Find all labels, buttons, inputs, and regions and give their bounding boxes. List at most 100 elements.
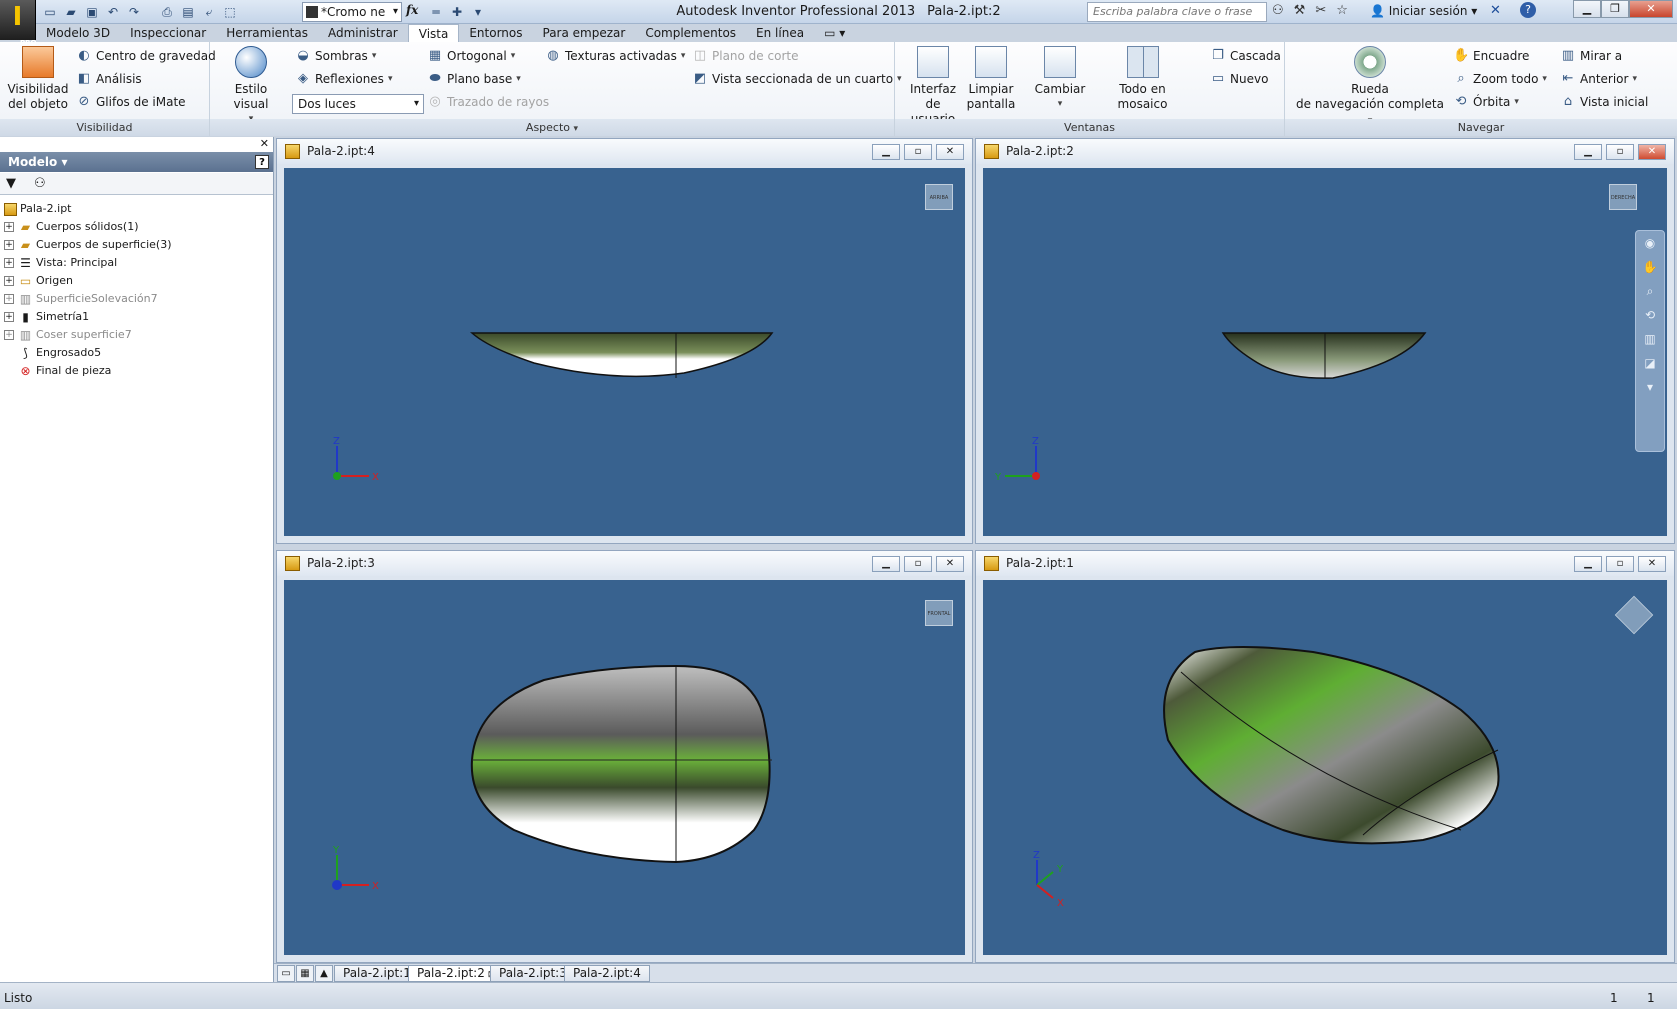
rueda-navegacion-button[interactable]: Rueda de navegación completa ▾ xyxy=(1295,46,1445,129)
material-style-combo[interactable]: *Cromo ne xyxy=(302,2,402,22)
viewport-pala-4[interactable]: Pala-2.ipt:4 ▁ ▫ ✕ ARRIBA Z X xyxy=(276,138,973,544)
vp-minimize-icon[interactable]: ▁ xyxy=(1574,556,1602,572)
nuevo-ventana-button[interactable]: ▭ Nuevo xyxy=(1210,71,1269,86)
wrench-icon[interactable]: ⚒ xyxy=(1294,3,1306,18)
minimize-icon[interactable]: ▁ xyxy=(1573,0,1601,18)
vp-minimize-icon[interactable]: ▁ xyxy=(872,556,900,572)
tree-node[interactable]: + ▰ Cuerpos de superficie(3) xyxy=(4,236,172,254)
binoculars-icon[interactable]: ⚇ xyxy=(1272,3,1284,18)
group-label-aspecto[interactable]: Aspecto ▾ xyxy=(210,119,894,136)
reflexiones-button[interactable]: ◈ Reflexiones ▾ xyxy=(295,71,392,86)
tree-node[interactable]: + ▥ SuperficieSolevación7 xyxy=(4,290,172,308)
lighting-style-select[interactable]: Dos luces xyxy=(292,94,424,114)
add-icon[interactable]: ✚ xyxy=(449,4,465,20)
ortogonal-button[interactable]: ▦ Ortogonal ▾ xyxy=(427,48,515,63)
expand-plus-icon[interactable]: + xyxy=(4,276,14,286)
trazado-rayos-button[interactable]: ◎ Trazado de rayos xyxy=(427,94,549,109)
return-icon[interactable]: ⤶ xyxy=(201,4,217,20)
viewport-pala-2[interactable]: Pala-2.ipt:2 ▁ ▫ ✕ DERECHA ◉ ✋ ⌕ ⟲ ▥ ◪ ▾ Z… xyxy=(975,138,1675,544)
doc-tab[interactable]: Pala-2.ipt:4 xyxy=(564,965,650,982)
cascada-button[interactable]: ❐ Cascada xyxy=(1210,48,1281,63)
graphics-canvas[interactable]: FRONTAL Y X xyxy=(284,580,965,955)
close-icon[interactable]: ✕ xyxy=(1629,0,1673,18)
graphics-canvas[interactable]: ARRIBA Z X xyxy=(284,168,965,536)
tab-modelo-3d[interactable]: Modelo 3D xyxy=(36,24,120,42)
vp-minimize-icon[interactable]: ▁ xyxy=(872,144,900,160)
find-binoculars-icon[interactable]: ⚇ xyxy=(34,176,46,191)
tab-en-línea[interactable]: En línea xyxy=(746,24,814,42)
tree-node[interactable]: + ▮ Simetría1 xyxy=(4,308,172,326)
redo-icon[interactable]: ↷ xyxy=(126,4,142,20)
app-menu-button[interactable]: I PRO xyxy=(0,0,36,47)
tree-node[interactable]: + ▭ Origen xyxy=(4,272,172,290)
tab-vista[interactable]: Vista xyxy=(407,24,460,43)
sombras-button[interactable]: ◒ Sombras ▾ xyxy=(295,48,376,63)
expand-plus-icon[interactable]: + xyxy=(4,330,14,340)
expand-plus-icon[interactable]: + xyxy=(4,294,14,304)
doc-menu-up-icon[interactable]: ▲ xyxy=(315,965,333,982)
vista-inicial-button[interactable]: ⌂ Vista inicial xyxy=(1560,94,1648,109)
star-icon[interactable]: ☆ xyxy=(1336,3,1348,18)
encuadre-button[interactable]: ✋ Encuadre xyxy=(1453,48,1529,63)
measure-icon[interactable]: ═ xyxy=(428,4,444,20)
viewport-pala-3[interactable]: Pala-2.ipt:3 ▁ ▫ ✕ FRONTAL Y X xyxy=(276,550,973,963)
zoom-todo-button[interactable]: ⌕ Zoom todo ▾ xyxy=(1453,71,1547,86)
filter-icon[interactable]: ▼ xyxy=(6,176,16,191)
tree-root[interactable]: Pala-2.ipt xyxy=(4,200,172,218)
vp-close-icon[interactable]: ✕ xyxy=(936,556,964,572)
plano-corte-button[interactable]: ◫ Plano de corte xyxy=(692,48,799,63)
print-icon[interactable]: ⎙ xyxy=(159,4,175,20)
vp-maximize-icon[interactable]: ▫ xyxy=(904,556,932,572)
fx-parameters-icon[interactable]: fx xyxy=(406,3,418,17)
tab-inspeccionar[interactable]: Inspeccionar xyxy=(120,24,216,42)
vp-maximize-icon[interactable]: ▫ xyxy=(1606,556,1634,572)
tile-windows-icon[interactable]: ▭ xyxy=(277,965,295,982)
vp-maximize-icon[interactable]: ▫ xyxy=(1606,144,1634,160)
todo-mosaico-button[interactable]: Todo en mosaico xyxy=(1095,46,1190,112)
tools-icon[interactable]: ✂ xyxy=(1315,3,1326,18)
login-button[interactable]: 👤 Iniciar sesión ▾ xyxy=(1370,4,1477,18)
analisis-button[interactable]: ◧ Análisis xyxy=(76,71,142,86)
restore-icon[interactable]: ❐ xyxy=(1601,0,1629,18)
cambiar-button[interactable]: Cambiar ▾ xyxy=(1030,46,1090,112)
tab-administrar[interactable]: Administrar xyxy=(318,24,408,42)
tree-node[interactable]: + ▥ Coser superficie7 xyxy=(4,326,172,344)
properties-icon[interactable]: ▤ xyxy=(180,4,196,20)
mirar-a-button[interactable]: ▥ Mirar a xyxy=(1560,48,1622,63)
expand-plus-icon[interactable]: + xyxy=(4,240,14,250)
browser-header[interactable]: Modelo ▾ ? xyxy=(0,152,273,172)
glifos-imate-button[interactable]: ⊘ Glifos de iMate xyxy=(76,94,186,109)
tab-complementos[interactable]: Complementos xyxy=(635,24,746,42)
vp-maximize-icon[interactable]: ▫ xyxy=(904,144,932,160)
interfaz-usuario-button[interactable]: Interfaz de usuario xyxy=(903,46,963,127)
expand-plus-icon[interactable]: + xyxy=(4,222,14,232)
vp-minimize-icon[interactable]: ▁ xyxy=(1574,144,1602,160)
grid-windows-icon[interactable]: ▦ xyxy=(296,965,314,982)
browser-help-icon[interactable]: ? xyxy=(255,155,269,169)
tab-herramientas[interactable]: Herramientas xyxy=(216,24,318,42)
anterior-button[interactable]: ⇤ Anterior ▾ xyxy=(1560,71,1637,86)
tree-node[interactable]: ⟆ Engrosado5 xyxy=(4,344,172,362)
vp-close-icon[interactable]: ✕ xyxy=(936,144,964,160)
vista-seccionada-button[interactable]: ◩ Vista seccionada de un cuarto ▾ xyxy=(692,71,902,86)
graphics-canvas[interactable]: DERECHA ◉ ✋ ⌕ ⟲ ▥ ◪ ▾ Z Y xyxy=(983,168,1667,536)
estilo-visual-button[interactable]: Estilo visual ▾ xyxy=(218,46,284,127)
open-folder-icon[interactable]: ▰ xyxy=(63,4,79,20)
doc-tab[interactable]: Pala-2.ipt:1 xyxy=(334,965,420,982)
tree-node[interactable]: + ☰ Vista: Principal xyxy=(4,254,172,272)
vp-close-icon[interactable]: ✕ xyxy=(1638,556,1666,572)
plano-base-button[interactable]: ⬬ Plano base ▾ xyxy=(427,71,520,86)
graphics-canvas[interactable]: Z Y X xyxy=(983,580,1667,955)
limpiar-pantalla-button[interactable]: Limpiar pantalla xyxy=(965,46,1017,112)
undo-icon[interactable]: ↶ xyxy=(105,4,121,20)
centro-gravedad-button[interactable]: ◐ Centro de gravedad xyxy=(76,48,215,63)
tab-entornos[interactable]: Entornos xyxy=(459,24,532,42)
vp-close-icon[interactable]: ✕ xyxy=(1638,144,1666,160)
viewport-pala-1[interactable]: Pala-2.ipt:1 ▁ ▫ ✕ Z Y X xyxy=(975,550,1675,963)
expand-plus-icon[interactable]: + xyxy=(4,258,14,268)
texturas-button[interactable]: ◍ Texturas activadas ▾ xyxy=(545,48,685,63)
new-file-icon[interactable]: ▭ xyxy=(42,4,58,20)
save-icon[interactable]: ▣ xyxy=(84,4,100,20)
doc-tab[interactable]: Pala-2.ipt:3 xyxy=(490,965,576,982)
ribbon-options-icon[interactable]: ▭ ▾ xyxy=(814,24,855,42)
